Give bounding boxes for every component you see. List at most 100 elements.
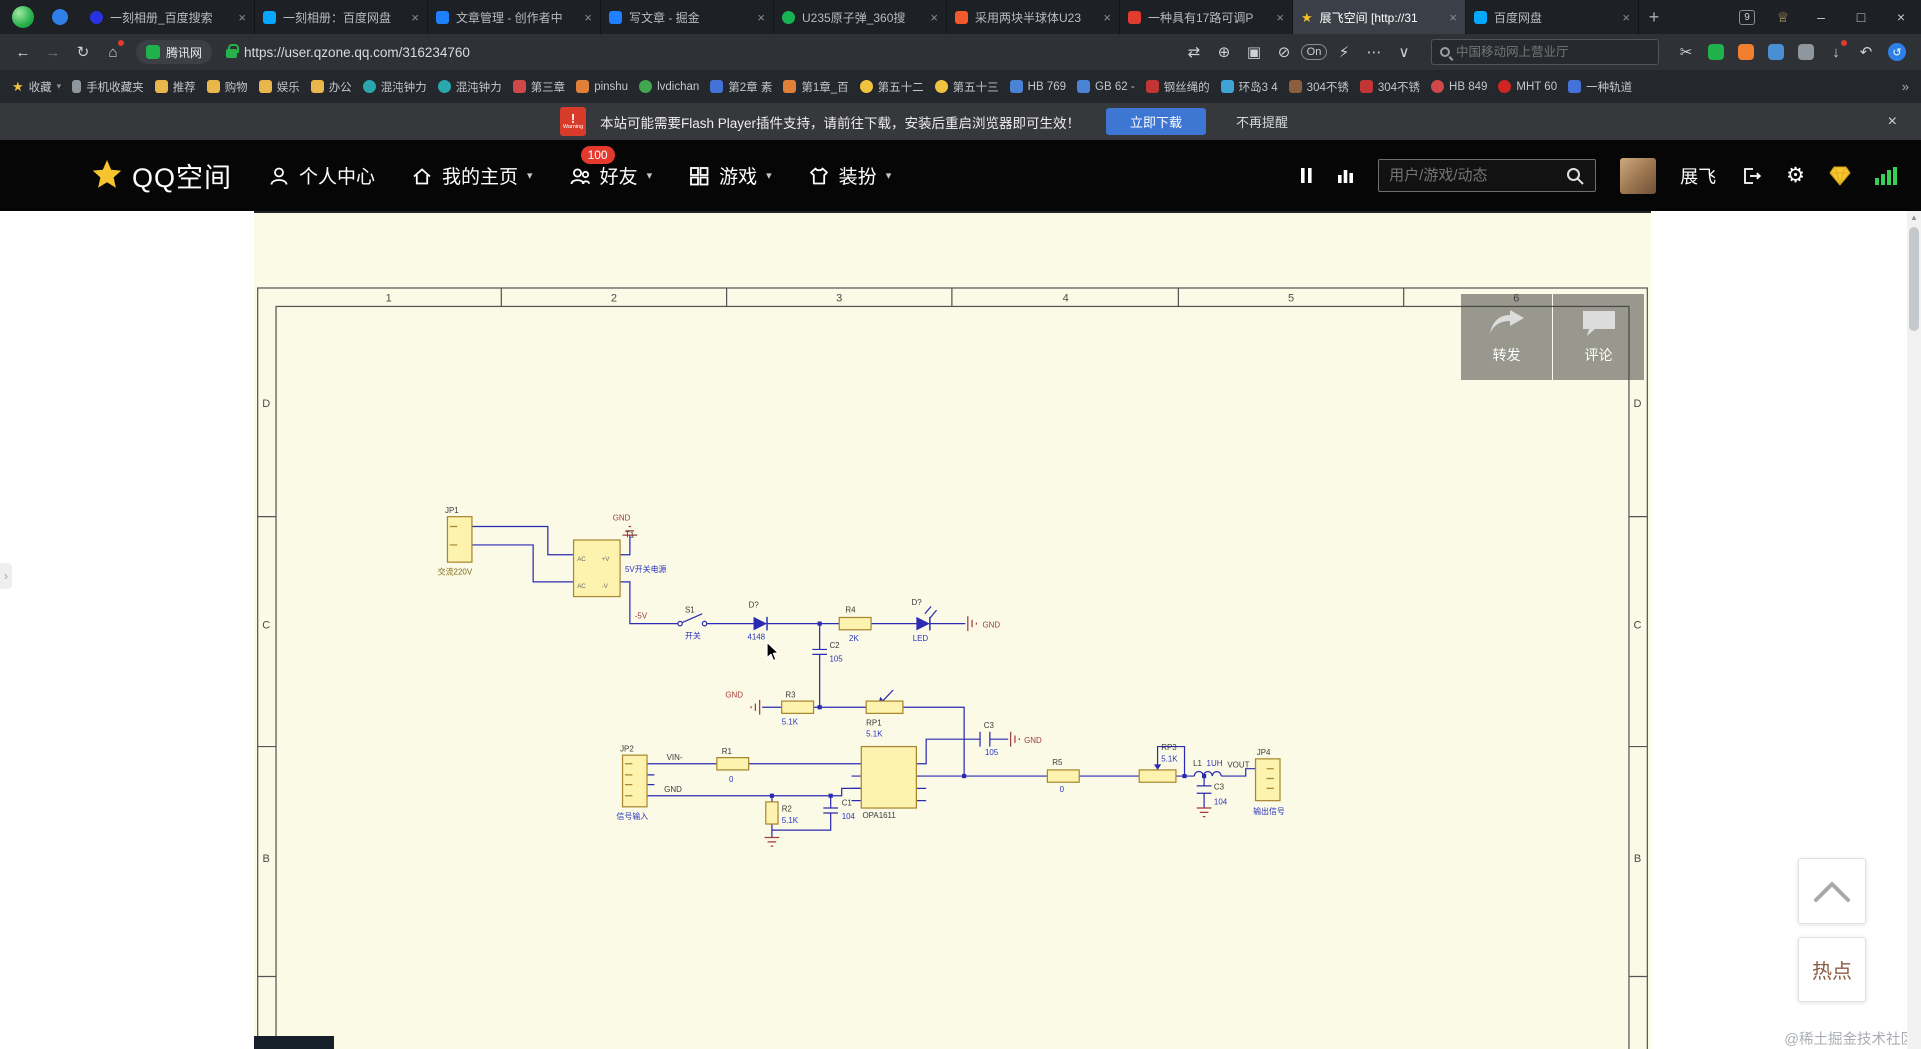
bookmark-item[interactable]: HB 849 [1431, 80, 1487, 93]
tab-close-icon[interactable]: × [930, 10, 938, 25]
paw-plugin-icon[interactable] [1798, 44, 1814, 60]
search-icon[interactable] [1565, 166, 1585, 186]
address-search-input[interactable] [1456, 45, 1650, 59]
qzone-search-input[interactable] [1389, 167, 1558, 184]
undo-icon[interactable]: ↶ [1851, 37, 1881, 67]
adblock-icon[interactable]: ⊘ [1269, 37, 1299, 67]
tab-close-icon[interactable]: × [238, 10, 246, 25]
new-tab-button[interactable]: + [1639, 0, 1669, 34]
bookmark-item[interactable]: 第五十二 [859, 79, 924, 95]
bookmark-item[interactable]: 304不锈 [1359, 79, 1420, 95]
tab[interactable]: 一刻相册_百度搜索 × [82, 0, 255, 34]
tab[interactable]: 百度网盘 × [1466, 0, 1639, 34]
bookmark-item[interactable]: 混沌钟力 [362, 79, 427, 95]
bookmarks-overflow-icon[interactable]: » [1902, 79, 1909, 94]
flash-download-button[interactable]: 立即下载 [1106, 108, 1207, 135]
forward-button[interactable]: 转发 [1461, 294, 1552, 380]
tab-close-icon[interactable]: × [584, 10, 592, 25]
download-icon[interactable]: ↓ [1821, 37, 1851, 67]
bookmark-item[interactable]: lvdichan [639, 80, 699, 93]
translate-icon[interactable] [1708, 44, 1724, 60]
tab[interactable]: 一种具有17路可调P × [1120, 0, 1293, 34]
bookmark-favorites[interactable]: ★ 收藏 ▾ [12, 79, 61, 95]
bookmark-item[interactable]: 环岛3 4 [1220, 79, 1278, 95]
bookmark-item[interactable]: 第2章 素 [710, 79, 772, 95]
forward-icon[interactable]: → [38, 37, 68, 67]
bookmark-item[interactable]: 娱乐 [258, 79, 300, 95]
bookmark-item[interactable]: 第三章 [512, 79, 565, 95]
tab-active[interactable]: ★ 展飞空间 [http://31 × [1293, 0, 1466, 34]
tab[interactable]: U235原子弹_360搜 × [774, 0, 947, 34]
nav-personal-center[interactable]: 个人中心 [268, 162, 375, 189]
nav-dressup[interactable]: 装扮 ▾ [808, 162, 891, 189]
bookmark-item[interactable]: 推荐 [154, 79, 196, 95]
tab-close-icon[interactable]: × [1276, 10, 1284, 25]
boost-icon[interactable]: ⚡ [1329, 37, 1359, 67]
home-icon[interactable]: ⌂ [98, 37, 128, 67]
hotspot-button[interactable]: 热点 [1798, 937, 1866, 1002]
schematic-image[interactable]: 1 2 3 4 5 6 D C B D C B [254, 213, 1651, 1049]
screenshot-icon[interactable]: ▣ [1239, 37, 1269, 67]
tab[interactable]: 写文章 - 掘金 × [601, 0, 774, 34]
flash-dismiss-button[interactable]: 不再提醒 [1236, 112, 1288, 131]
swap-icon[interactable]: ⇄ [1179, 37, 1209, 67]
side-panel-toggle[interactable]: › [0, 563, 12, 589]
tab[interactable]: 文章管理 - 创作者中 × [428, 0, 601, 34]
scissors-icon[interactable]: ✂ [1671, 37, 1701, 67]
logout-icon[interactable] [1740, 165, 1762, 187]
signal-bars-icon[interactable] [1875, 166, 1897, 185]
zoom-icon[interactable]: ⊕ [1209, 37, 1239, 67]
banner-close-icon[interactable]: × [1888, 113, 1897, 131]
rewards-icon[interactable]: ♕ [1765, 0, 1801, 34]
qzone-logo[interactable]: QQ空间 [90, 156, 232, 195]
bookmark-item[interactable]: MHT 60 [1498, 80, 1557, 93]
bookmark-item[interactable]: 购物 [206, 79, 248, 95]
diamond-icon[interactable] [1829, 166, 1851, 186]
equalizer-icon[interactable] [1337, 167, 1354, 184]
game-center-icon[interactable] [1738, 44, 1754, 60]
tab-close-icon[interactable]: × [1622, 10, 1630, 25]
nav-friends[interactable]: 100 好友 ▾ [569, 146, 652, 189]
bookmark-item[interactable]: 304不锈 [1288, 79, 1349, 95]
tab[interactable]: 一刻相册：百度网盘 × [255, 0, 428, 34]
gear-icon[interactable]: ⚙ [1786, 163, 1805, 188]
bookmark-item[interactable]: pinshu [576, 80, 628, 93]
tab-close-icon[interactable]: × [1103, 10, 1111, 25]
back-to-top-button[interactable] [1798, 858, 1866, 924]
bookmark-item[interactable]: 第五十三 [934, 79, 999, 95]
url-text[interactable]: https://user.qzone.qq.com/316234760 [244, 45, 1179, 60]
bookmark-item[interactable]: 混沌钟力 [437, 79, 502, 95]
scrollbar[interactable]: ▲ [1907, 211, 1921, 1049]
site-chip[interactable]: 腾讯网 [136, 40, 213, 64]
minimize-button[interactable]: – [1801, 0, 1841, 34]
bookmark-item[interactable]: 钢丝绳的 [1145, 79, 1210, 95]
bookmark-item[interactable]: 手机收藏夹 [72, 79, 144, 95]
pause-music-icon[interactable] [1300, 167, 1313, 184]
tab-close-icon[interactable]: × [757, 10, 765, 25]
scrollbar-thumb[interactable] [1909, 227, 1919, 331]
username[interactable]: 展飞 [1680, 163, 1716, 189]
tab[interactable]: 采用两块半球体U23 × [947, 0, 1120, 34]
nav-games[interactable]: 游戏 ▾ [688, 162, 772, 189]
back-icon[interactable]: ← [8, 37, 38, 67]
reload-icon[interactable]: ↻ [68, 37, 98, 67]
bookmark-item[interactable]: 办公 [310, 79, 352, 95]
pinned-tab-icon[interactable] [52, 9, 68, 25]
nav-my-home[interactable]: 我的主页 ▾ [411, 162, 533, 189]
password-manager-icon[interactable]: On [1299, 37, 1329, 67]
tab-close-icon[interactable]: × [411, 10, 419, 25]
toolbar-collapse-icon[interactable]: ∨ [1389, 37, 1419, 67]
tv-mode-icon[interactable] [1768, 44, 1784, 60]
bookmark-item[interactable]: GB 62 - [1077, 80, 1135, 93]
avatar[interactable] [1620, 157, 1657, 194]
bookmark-item[interactable]: 一种轨道 [1568, 79, 1632, 95]
sync-icon[interactable]: ↺ [1888, 43, 1906, 61]
bookmark-item[interactable]: 第1章_百 [783, 79, 849, 95]
tab-close-icon[interactable]: × [1449, 10, 1457, 25]
window-close-button[interactable]: × [1881, 0, 1921, 34]
bookmark-item[interactable]: HB 769 [1009, 80, 1066, 93]
scrollbar-up-icon[interactable]: ▲ [1907, 211, 1921, 225]
more-tools-icon[interactable]: ⋯ [1359, 37, 1389, 67]
maximize-button[interactable]: □ [1841, 0, 1881, 34]
browser-logo-icon[interactable] [12, 6, 34, 28]
